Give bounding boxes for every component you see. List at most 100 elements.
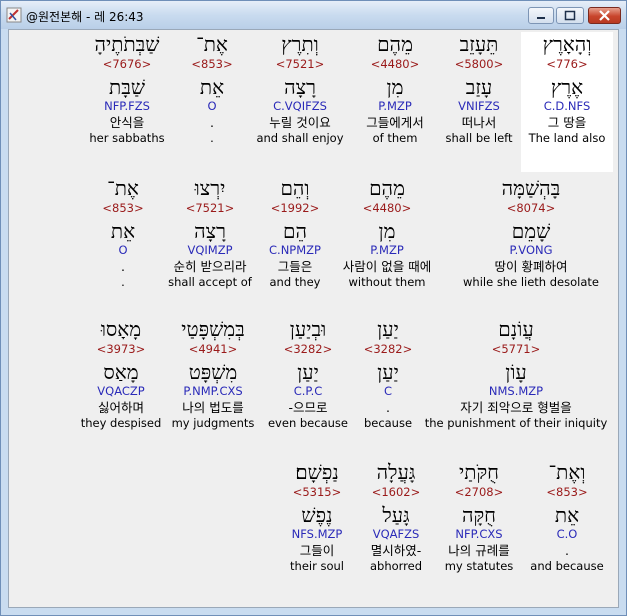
app-icon bbox=[6, 7, 22, 23]
korean-gloss: 사람이 없을 때에 bbox=[342, 259, 432, 274]
lexical-form: שַׁבָּת bbox=[109, 75, 145, 99]
korean-gloss: 나의 규례를 bbox=[448, 543, 510, 558]
strong-number[interactable]: <3282> bbox=[357, 341, 419, 357]
hebrew-word: גָּעֲלָה bbox=[376, 460, 416, 484]
morphology-code: VQACZP bbox=[97, 384, 145, 398]
strong-number[interactable]: <7521> bbox=[247, 56, 353, 72]
strong-number[interactable]: <853> bbox=[521, 484, 613, 500]
word-cell[interactable]: גָּעֲלָה <1602> גָּעַל VQAFZS 멸시하였-abhorred bbox=[355, 460, 437, 574]
lexical-form: עָזַב bbox=[465, 75, 493, 99]
hebrew-word: תֵּעָזֵב bbox=[459, 32, 499, 56]
strong-number[interactable]: <5771> bbox=[419, 341, 613, 357]
strong-number[interactable]: <776> bbox=[521, 56, 613, 72]
morphology-code: NFP.CXS bbox=[455, 527, 503, 541]
english-gloss: The land also bbox=[528, 131, 606, 145]
strong-number[interactable]: <4480> bbox=[325, 200, 449, 216]
strong-number[interactable]: <5800> bbox=[437, 56, 521, 72]
morphology-code: NMS.MZP bbox=[488, 384, 544, 398]
english-gloss: . bbox=[210, 131, 214, 145]
english-gloss: because bbox=[363, 416, 413, 430]
lexical-form: נֶפֶשׁ bbox=[301, 503, 333, 527]
hebrew-word: וְהָאָרֶץ bbox=[542, 32, 592, 56]
korean-gloss: . bbox=[565, 543, 569, 558]
morphology-code: VQAFZS bbox=[372, 527, 420, 541]
korean-gloss: -으므로 bbox=[288, 400, 328, 415]
morphology-code: P.MZP bbox=[370, 243, 404, 257]
hebrew-word: מֵהֶם bbox=[369, 176, 405, 200]
lexical-form: מָאַס bbox=[103, 360, 139, 384]
word-cell[interactable]: מֵהֶם <4480> מִן P.MZP 그들에게서 of them bbox=[353, 32, 437, 146]
lexical-form: מִן bbox=[386, 75, 404, 99]
strong-number[interactable]: <7676> bbox=[77, 56, 177, 72]
word-cell[interactable]: וְהֵם <1992> הֵם C.NPMZP 그들은 and they bbox=[265, 176, 325, 290]
word-cell[interactable]: עֲוֹנָם <5771> עָוֹן NMS.MZP 자기 죄악으로 형벌을 the … bbox=[419, 317, 613, 431]
strong-number[interactable]: <3973> bbox=[75, 341, 167, 357]
word-cell[interactable]: וְאֶת־ <853> אֵת C.O. and because bbox=[521, 460, 613, 574]
strong-number[interactable]: <5315> bbox=[279, 484, 355, 500]
lexical-form: מִשְׁפָּט bbox=[188, 360, 238, 384]
morphology-code: O bbox=[207, 99, 217, 113]
morphology-code: C bbox=[383, 384, 393, 398]
window-frame bbox=[1, 608, 626, 615]
strong-number[interactable]: <1602> bbox=[355, 484, 437, 500]
window-title: @원전본해 - 레 26:43 bbox=[26, 10, 144, 24]
word-cell[interactable]: אֶת־ <853> אֵת O.. bbox=[177, 32, 247, 146]
english-gloss: even because bbox=[267, 416, 348, 430]
hebrew-word: יַעַן bbox=[377, 317, 399, 341]
morphology-code: C.P.C bbox=[293, 384, 323, 398]
minimize-button[interactable] bbox=[528, 7, 554, 24]
strong-number[interactable]: <853> bbox=[177, 56, 247, 72]
korean-gloss: 그들이 bbox=[299, 543, 335, 558]
close-button[interactable] bbox=[588, 7, 621, 24]
strong-number[interactable]: <7521> bbox=[155, 200, 265, 216]
word-cell[interactable]: מָאָסוּ <3973> מָאַס VQACZP 싫어하며 they despise… bbox=[75, 317, 167, 431]
word-cell[interactable]: נַפְשָׁם׃ <5315> נֶפֶשׁ NFS.MZP 그들이 their sou… bbox=[279, 460, 355, 574]
korean-gloss: . bbox=[210, 115, 214, 130]
title-bar[interactable]: @원전본해 - 레 26:43 bbox=[1, 1, 626, 29]
strong-number[interactable]: <853> bbox=[91, 200, 155, 216]
word-cell[interactable]: תֵּעָזֵב <5800> עָזַב VNIFZS 떠나서 shall be lef… bbox=[437, 32, 521, 146]
hebrew-word: אֶת־ bbox=[107, 176, 139, 200]
korean-gloss: . bbox=[121, 259, 125, 274]
word-cell[interactable]: שַׁבְּתֹתֶיהָ <7676> שַׁבָּת NFP.FZS 안식을 her … bbox=[77, 32, 177, 146]
strong-number[interactable]: <2708> bbox=[437, 484, 521, 500]
close-icon bbox=[599, 10, 610, 21]
morphology-code: O bbox=[118, 243, 128, 257]
strong-number[interactable]: <3282> bbox=[259, 341, 357, 357]
word-cell[interactable]: חֻקֹּתַי <2708> חֻקָּה NFP.CXS 나의 규례를 my stat… bbox=[437, 460, 521, 574]
korean-gloss: 누릴 것이요 bbox=[269, 115, 331, 130]
korean-gloss: 안식을 bbox=[109, 115, 145, 130]
strong-number[interactable]: <1992> bbox=[265, 200, 325, 216]
word-cell[interactable]: בְּמִשְׁפָּטַי <4941> מִשְׁפָּט P.NMP.CXS 나의… bbox=[167, 317, 259, 431]
lexical-form: יַעַן bbox=[297, 360, 319, 384]
english-gloss: shall be left bbox=[445, 131, 513, 145]
word-cell[interactable]: יַעַן <3282> יַעַן C. because bbox=[357, 317, 419, 431]
english-gloss: shall accept of bbox=[168, 275, 252, 289]
word-cell[interactable]: וְתִרֶץ <7521> רָצָה C.VQIFZS 누릴 것이요 and shal… bbox=[247, 32, 353, 146]
word-cell[interactable]: וְהָאָרֶץ <776> אֶרֶץ C.D.NFS 그 땅을 The land a… bbox=[521, 32, 613, 172]
lexical-form: יַעַן bbox=[377, 360, 399, 384]
morphology-code: NFS.MZP bbox=[291, 527, 343, 541]
strong-number[interactable]: <8074> bbox=[449, 200, 613, 216]
korean-gloss: 그 땅을 bbox=[547, 115, 587, 130]
english-gloss: . bbox=[121, 275, 125, 289]
korean-gloss: 땅이 황폐하여 bbox=[494, 259, 568, 274]
word-cell[interactable]: אֶת־ <853> אֵת O.. bbox=[91, 176, 155, 290]
english-gloss: the punishment of their iniquity bbox=[424, 416, 608, 430]
hebrew-word: יִרְצוּ bbox=[194, 176, 226, 200]
lexical-form: שָׁמֵם bbox=[511, 219, 551, 243]
korean-gloss: 자기 죄악으로 형벌을 bbox=[460, 400, 572, 415]
hebrew-word: מֵהֶם bbox=[377, 32, 413, 56]
strong-number[interactable]: <4480> bbox=[353, 56, 437, 72]
maximize-icon bbox=[564, 10, 576, 21]
morphology-code: P.NMP.CXS bbox=[183, 384, 243, 398]
maximize-button[interactable] bbox=[556, 7, 584, 24]
strong-number[interactable]: <4941> bbox=[167, 341, 259, 357]
word-cell[interactable]: יִרְצוּ <7521> רָצָה VQIMZP 순히 받으리라 shall acc… bbox=[155, 176, 265, 290]
lexical-form: עָוֹן bbox=[505, 360, 527, 384]
lexical-form: מִן bbox=[378, 219, 396, 243]
word-cell[interactable]: וּבְיַעַן <3282> יַעַן C.P.C -으므로 even becaus… bbox=[259, 317, 357, 431]
english-gloss: abhorred bbox=[369, 559, 423, 573]
word-cell[interactable]: בָּהְשַׁמָּה <8074> שָׁמֵם P.VONG 땅이 황폐하여 whi… bbox=[449, 176, 613, 290]
word-cell[interactable]: מֵהֶם <4480> מִן P.MZP 사람이 없을 때에 without them bbox=[325, 176, 449, 290]
